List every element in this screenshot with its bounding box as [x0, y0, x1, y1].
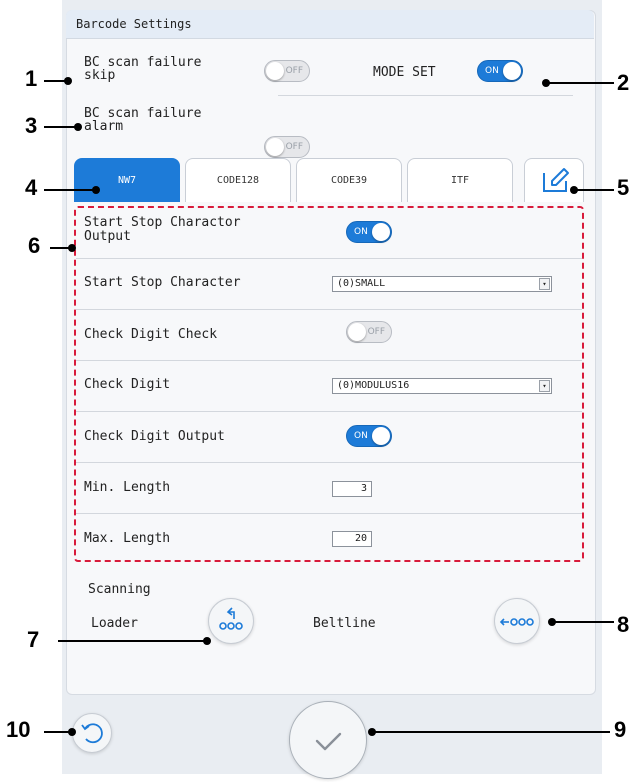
callout-dot — [68, 244, 76, 252]
toggle-state-text: OFF — [285, 66, 303, 76]
loader-label: Loader — [91, 616, 138, 631]
bc-scan-failure-skip-label: BC scan failure skip — [84, 55, 202, 83]
tab-code39[interactable]: CODE39 — [296, 158, 402, 202]
start-stop-output-label: Start Stop Charactor Output — [84, 215, 241, 244]
callout-line — [552, 621, 614, 623]
start-stop-character-label: Start Stop Character — [84, 275, 241, 290]
tab-code128[interactable]: CODE128 — [185, 158, 291, 202]
row-divider — [76, 258, 582, 259]
callout-dot — [64, 77, 72, 85]
edit-tab[interactable] — [524, 158, 584, 202]
callout-line — [44, 189, 96, 191]
callout-dot — [68, 728, 76, 736]
row-divider — [76, 513, 582, 514]
edit-icon — [543, 168, 569, 192]
toggle-knob — [348, 323, 366, 341]
callout-dot — [542, 79, 550, 87]
toggle-knob — [372, 427, 390, 445]
callout-line — [546, 82, 614, 84]
tab-itf[interactable]: ITF — [407, 158, 513, 202]
toggle-knob — [503, 62, 521, 80]
scanning-title: Scanning — [88, 582, 151, 597]
max-length-input[interactable]: 20 — [332, 531, 372, 547]
bc-scan-failure-alarm-toggle[interactable]: OFF — [264, 136, 310, 158]
check-digit-check-toggle[interactable]: OFF — [346, 321, 392, 343]
callout-7: 7 — [27, 627, 40, 652]
callout-2: 2 — [617, 70, 630, 95]
toggle-knob — [266, 62, 284, 80]
callout-line — [44, 731, 70, 733]
callout-dot — [92, 186, 100, 194]
callout-8: 8 — [617, 612, 630, 637]
start-stop-character-select[interactable]: (0)SMALL ▾ — [332, 276, 552, 292]
callout-5: 5 — [617, 175, 630, 200]
check-digit-output-toggle[interactable]: ON — [346, 425, 392, 447]
row-divider — [76, 462, 582, 463]
callout-10: 10 — [6, 717, 31, 742]
mode-set-label: MODE SET — [373, 65, 436, 80]
loader-return-icon — [219, 607, 243, 630]
toggle-state-text: ON — [485, 66, 499, 76]
callout-9: 9 — [614, 717, 627, 742]
callout-line — [58, 640, 208, 642]
checkmark-icon — [315, 732, 342, 751]
callout-dot — [570, 186, 578, 194]
beltline-arrow-icon — [499, 618, 534, 626]
row-divider — [76, 411, 582, 412]
toggle-state-text: OFF — [285, 142, 303, 152]
mode-set-toggle[interactable]: ON — [477, 60, 523, 82]
check-digit-check-label: Check Digit Check — [84, 327, 218, 342]
top-divider — [278, 95, 573, 96]
beltline-label: Beltline — [313, 616, 376, 631]
check-digit-select[interactable]: (0)MODULUS16 ▾ — [332, 378, 552, 394]
toggle-state-text: ON — [354, 227, 368, 237]
row-divider — [76, 309, 582, 310]
callout-3: 3 — [25, 113, 38, 138]
callout-6: 6 — [28, 233, 41, 258]
row-divider — [76, 360, 582, 361]
toggle-knob — [266, 138, 284, 156]
min-length-input[interactable]: 3 — [332, 481, 372, 497]
callout-line — [372, 731, 610, 733]
confirm-button[interactable] — [289, 701, 367, 779]
callout-1: 1 — [25, 66, 38, 91]
back-button[interactable] — [72, 713, 112, 753]
loader-button[interactable] — [208, 598, 254, 644]
panel-title: Barcode Settings — [66, 10, 594, 39]
callout-dot — [368, 728, 376, 736]
tab-nw7[interactable]: NW7 — [74, 158, 180, 202]
check-digit-label: Check Digit — [84, 377, 171, 392]
toggle-knob — [372, 223, 390, 241]
callout-dot — [203, 637, 211, 645]
back-arrow-icon — [81, 723, 103, 744]
callout-line — [574, 189, 614, 191]
callout-dot — [548, 618, 556, 626]
callout-dot — [74, 123, 82, 131]
beltline-button[interactable] — [494, 598, 540, 644]
dropdown-arrow-icon: ▾ — [539, 278, 550, 290]
toggle-state-text: OFF — [367, 327, 385, 337]
dropdown-arrow-icon: ▾ — [539, 380, 550, 392]
toggle-state-text: ON — [354, 431, 368, 441]
callout-line — [44, 126, 78, 128]
min-length-label: Min. Length — [84, 480, 171, 495]
callout-4: 4 — [25, 175, 38, 200]
max-length-label: Max. Length — [84, 531, 171, 546]
bc-scan-failure-alarm-label: BC scan failure alarm — [84, 106, 202, 134]
bc-scan-failure-skip-toggle[interactable]: OFF — [264, 60, 310, 82]
start-stop-output-toggle[interactable]: ON — [346, 221, 392, 243]
check-digit-output-label: Check Digit Output — [84, 429, 225, 444]
